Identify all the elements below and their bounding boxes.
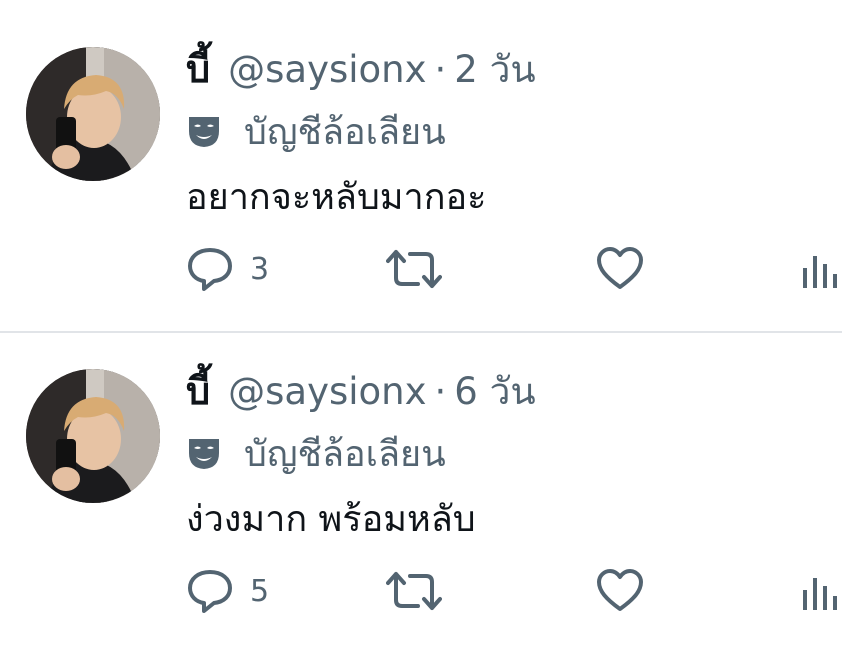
user-handle[interactable]: @saysionx: [228, 48, 426, 91]
like-icon: [597, 247, 643, 289]
tweet-header: บี้ @saysionx · 2 วัน: [186, 38, 536, 102]
like-button[interactable]: [596, 566, 644, 616]
tweet[interactable]: บี้ @saysionx · 2 วัน บัญชีล้อเลียน อยาก…: [0, 0, 842, 320]
retweet-icon: [386, 572, 442, 610]
timestamp[interactable]: 6 วัน: [454, 362, 535, 421]
theater-mask-icon: [186, 113, 222, 149]
avatar-photo: [26, 47, 160, 181]
display-name[interactable]: บี้: [186, 360, 210, 421]
like-button[interactable]: [596, 244, 644, 294]
reply-icon: [188, 570, 232, 613]
retweet-button[interactable]: [386, 244, 442, 294]
separator-dot: ·: [434, 48, 447, 91]
timestamp[interactable]: 2 วัน: [454, 40, 535, 99]
retweet-icon: [386, 250, 442, 288]
reply-button[interactable]: 5: [186, 566, 269, 616]
views-button[interactable]: [800, 244, 842, 294]
reply-count: 5: [250, 573, 270, 609]
retweet-button[interactable]: [386, 566, 442, 616]
separator-dot: ·: [434, 370, 447, 413]
like-icon: [597, 569, 643, 611]
avatar[interactable]: [26, 47, 160, 181]
theater-mask-icon: [186, 435, 222, 471]
views-button[interactable]: [800, 566, 842, 616]
user-handle[interactable]: @saysionx: [228, 370, 426, 413]
parody-badge: บัญชีล้อเลียน: [186, 104, 446, 158]
tweet-header: บี้ @saysionx · 6 วัน: [186, 360, 536, 424]
parody-label: บัญชีล้อเลียน: [244, 433, 446, 475]
reply-button[interactable]: 3: [186, 244, 269, 294]
views-icon: [803, 578, 837, 610]
parody-label: บัญชีล้อเลียน: [244, 111, 446, 153]
views-icon: [803, 256, 837, 288]
reply-count: 3: [250, 251, 270, 287]
tweet-text: ง่วงมาก พร้อมหลับ: [186, 499, 476, 540]
tweet-text: อยากจะหลับมากอะ: [186, 177, 487, 218]
parody-badge: บัญชีล้อเลียน: [186, 426, 446, 480]
tweet-actions: 3: [0, 244, 842, 294]
display-name[interactable]: บี้: [186, 38, 210, 99]
avatar[interactable]: [26, 369, 160, 503]
avatar-photo: [26, 369, 160, 503]
reply-icon: [188, 248, 232, 291]
tweet[interactable]: บี้ @saysionx · 6 วัน บัญชีล้อเลียน ง่วง…: [0, 322, 842, 642]
tweet-actions: 5: [0, 566, 842, 616]
